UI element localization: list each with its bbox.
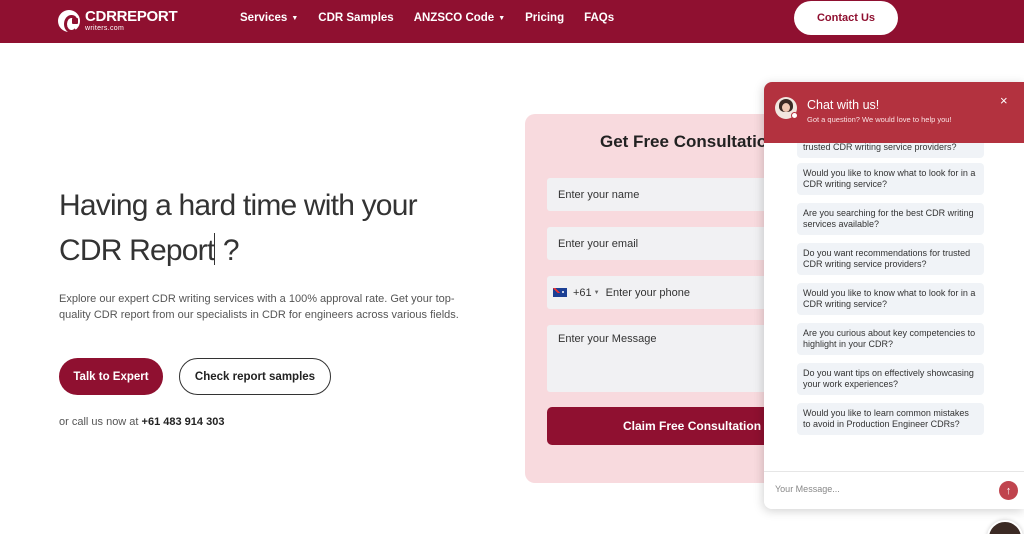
hero-title-suffix: ? (222, 234, 240, 267)
logo-subtitle: writers.com (85, 25, 125, 32)
nav-cdr-samples[interactable]: CDR Samples (318, 12, 393, 24)
suggestion-chip[interactable]: Would you like to know what to look for … (797, 283, 984, 315)
nav-anzsco-code-label: ANZSCO Code (413, 12, 495, 24)
suggestion-chip[interactable]: Do you want recommendations for trusted … (797, 243, 984, 275)
country-code: +61 (573, 286, 592, 299)
suggestion-chip[interactable]: Do you want tips on effectively showcasi… (797, 363, 984, 395)
call-line: or call us now at +61 483 914 303 (59, 416, 224, 428)
chat-suggestions: trusted CDR writing service providers? W… (764, 143, 1024, 471)
top-navigation-bar: CDRREPORT writers.com Services ▼ CDR Sam… (0, 0, 1024, 43)
chat-input-bar: Your Message... ↑ (764, 471, 1024, 509)
chevron-down-icon: ▼ (498, 14, 506, 22)
chevron-down-icon: ▼ (291, 14, 299, 22)
close-icon[interactable]: × (1000, 94, 1008, 107)
page: CDRREPORT writers.com Services ▼ CDR Sam… (0, 0, 1024, 534)
nav-faqs[interactable]: FAQs (584, 12, 614, 24)
email-placeholder: Enter your email (558, 237, 639, 250)
suggestion-chip[interactable]: Are you curious about key competencies t… (797, 323, 984, 355)
nav-services-label: Services (240, 12, 288, 24)
logo-icon (58, 9, 80, 33)
nav-faqs-label: FAQs (584, 12, 615, 24)
check-report-samples-button[interactable]: Check report samples (179, 358, 331, 395)
phone-placeholder: Enter your phone (605, 286, 691, 299)
australia-flag-icon (553, 288, 567, 297)
nav-pricing[interactable]: Pricing (525, 12, 564, 24)
hero-title: Having a hard time with your CDR Report … (59, 183, 459, 273)
logo[interactable]: CDRREPORT writers.com (58, 8, 178, 33)
nav-anzsco-code[interactable]: ANZSCO Code ▼ (414, 12, 505, 24)
hero-title-line2: CDR Report (59, 234, 215, 267)
chat-title: Chat with us! (807, 98, 880, 112)
nav-services[interactable]: Services ▼ (240, 12, 298, 24)
country-code-select[interactable]: +61 ▼ (553, 287, 600, 299)
text-cursor (214, 233, 216, 265)
chat-header: Chat with us! Got a question? We would l… (764, 82, 1024, 143)
online-status-icon (791, 112, 798, 119)
suggestion-chip[interactable]: Are you searching for the best CDR writi… (797, 203, 984, 235)
message-placeholder: Enter your Message (558, 333, 657, 345)
chat-widget: Chat with us! Got a question? We would l… (764, 82, 1024, 509)
suggestion-chip[interactable]: trusted CDR writing service providers? (797, 143, 984, 158)
phone-number-link[interactable]: +61 483 914 303 (142, 416, 225, 428)
logo-title: CDRREPORT (85, 8, 178, 25)
contact-us-button[interactable]: Contact Us (794, 1, 898, 35)
hero-description: Explore our expert CDR writing services … (59, 293, 459, 321)
send-arrow-icon[interactable]: ↑ (999, 481, 1018, 500)
call-prefix: or call us now at (59, 416, 139, 428)
logo-text: CDRREPORT writers.com (85, 8, 178, 32)
chevron-down-icon: ▼ (593, 289, 600, 296)
main-nav: Services ▼ CDR Samples ANZSCO Code ▼ Pri… (240, 12, 614, 24)
hero-title-line1: Having a hard time with your (59, 189, 418, 222)
consultation-form: Get Free Consultation Enter your name En… (525, 114, 805, 483)
chat-subtitle: Got a question? We would love to help yo… (807, 115, 952, 124)
chat-message-input[interactable]: Your Message... (775, 484, 975, 494)
suggestion-chip[interactable]: Would you like to learn common mistakes … (797, 403, 984, 435)
chat-launcher-avatar[interactable] (987, 520, 1023, 534)
form-title: Get Free Consultation (600, 132, 778, 151)
suggestion-chip[interactable]: Would you like to know what to look for … (797, 163, 984, 195)
nav-cdr-samples-label: CDR Samples (318, 12, 394, 24)
name-placeholder: Enter your name (558, 188, 640, 201)
talk-to-expert-button[interactable]: Talk to Expert (59, 358, 163, 395)
nav-pricing-label: Pricing (525, 12, 565, 24)
